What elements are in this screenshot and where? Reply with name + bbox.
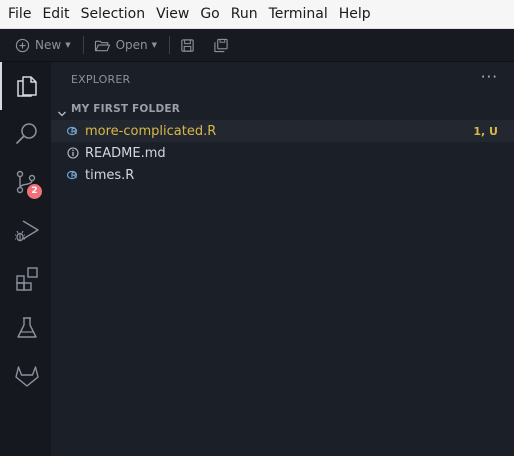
activity-bar: 2 — [0, 62, 51, 456]
active-view-indicator — [0, 62, 2, 110]
chevron-down-icon: ▼ — [151, 41, 158, 49]
open-button-label: Open — [115, 38, 148, 52]
toolbar: New ▼ Open ▼ — [0, 29, 514, 62]
new-button-label: New — [35, 38, 62, 52]
chevron-down-icon — [57, 104, 67, 117]
menu-bar: File Edit Selection View Go Run Terminal… — [0, 0, 514, 29]
plus-circle-icon — [15, 38, 30, 53]
file-item-readme[interactable]: README.md — [51, 142, 514, 164]
file-item-more-complicated[interactable]: more-complicated.R 1, U — [51, 120, 514, 142]
menu-selection[interactable]: Selection — [81, 0, 146, 29]
more-actions-icon[interactable]: ··· — [481, 68, 498, 86]
open-button[interactable]: Open ▼ — [94, 33, 157, 57]
folder-open-icon — [94, 38, 111, 53]
r-file-icon — [67, 125, 79, 137]
file-name: more-complicated.R — [85, 123, 217, 139]
save-icon — [180, 38, 195, 53]
git-status-badge: 1, U — [473, 124, 498, 138]
file-item-times[interactable]: times.R — [51, 164, 514, 186]
folder-header[interactable]: MY FIRST FOLDER — [51, 99, 514, 119]
run-debug-icon[interactable] — [14, 218, 40, 244]
menu-terminal[interactable]: Terminal — [269, 0, 328, 29]
menu-go[interactable]: Go — [200, 0, 219, 29]
file-name: times.R — [85, 167, 135, 183]
info-icon — [67, 147, 79, 159]
source-control-badge: 2 — [27, 184, 42, 199]
save-button[interactable] — [180, 33, 195, 57]
explorer-icon[interactable] — [14, 73, 40, 99]
menu-file[interactable]: File — [8, 0, 31, 29]
extensions-icon[interactable] — [14, 266, 40, 292]
menu-edit[interactable]: Edit — [42, 0, 69, 29]
toolbar-divider — [82, 36, 84, 54]
r-file-icon — [67, 169, 79, 181]
chevron-down-icon: ▼ — [65, 41, 71, 49]
search-icon[interactable] — [14, 121, 40, 147]
folder-label: MY FIRST FOLDER — [71, 103, 181, 115]
file-name: README.md — [85, 145, 166, 161]
testing-icon[interactable] — [14, 315, 40, 341]
new-button[interactable]: New ▼ — [15, 33, 71, 57]
menu-run[interactable]: Run — [231, 0, 258, 29]
save-all-icon — [213, 38, 229, 53]
gitlab-icon[interactable] — [14, 363, 40, 389]
menu-view[interactable]: View — [156, 0, 189, 29]
explorer-title: EXPLORER — [71, 73, 131, 86]
menu-help[interactable]: Help — [339, 0, 371, 29]
save-all-button[interactable] — [213, 33, 229, 57]
explorer-panel: EXPLORER ··· MY FIRST FOLDER more-compli… — [51, 62, 514, 456]
toolbar-divider — [169, 36, 171, 54]
